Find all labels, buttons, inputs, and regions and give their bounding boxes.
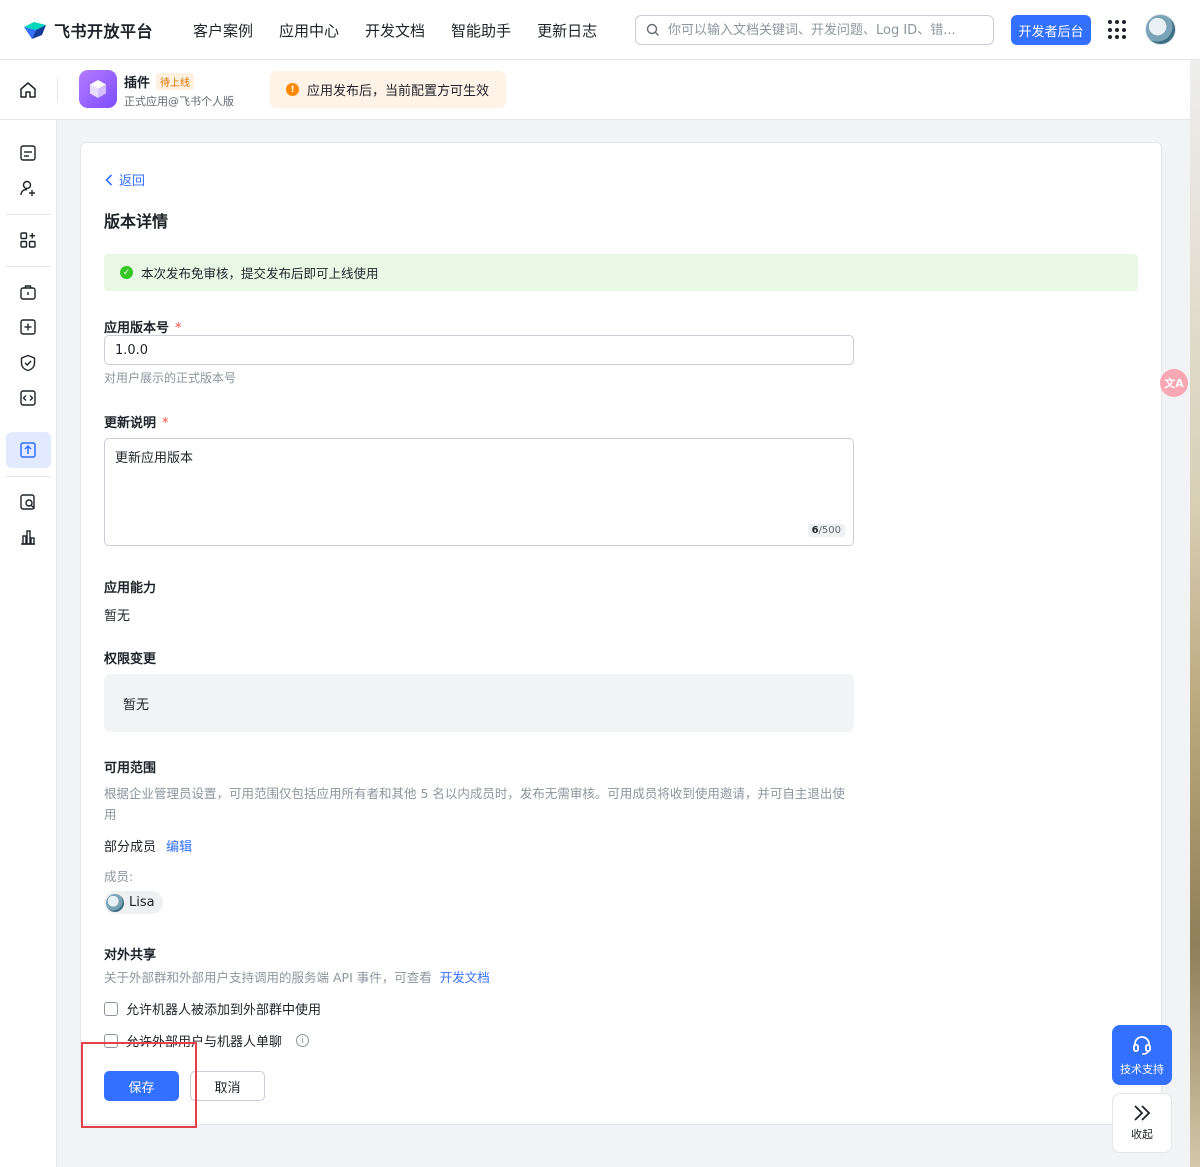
app-header: 插件 待上线 正式应用@飞书个人版 xyxy=(0,60,1200,120)
capability-label: 应用能力 xyxy=(104,581,157,596)
publish-notice: ! 应用发布后，当前配置方可生效 xyxy=(270,71,506,108)
collapse-label: 收起 xyxy=(1131,1128,1153,1141)
publish-version-icon[interactable] xyxy=(18,440,38,460)
code-icon[interactable] xyxy=(18,388,38,408)
version-input[interactable]: 1.0.0 xyxy=(104,335,854,365)
app-features-icon[interactable] xyxy=(18,230,38,250)
changelog-text: 更新应用版本 xyxy=(115,451,194,466)
headset-icon xyxy=(1133,1035,1151,1055)
sharing-description: 关于外部群和外部用户支持调用的服务端 API 事件，可查看 开发文档 xyxy=(104,970,490,985)
info-icon[interactable]: i xyxy=(296,1034,310,1047)
nav-changelog[interactable]: 更新日志 xyxy=(537,20,597,41)
app-cube-icon xyxy=(79,70,117,108)
allow-external-group-label: 允许机器人被添加到外部群中使用 xyxy=(126,1003,322,1018)
member-chip[interactable]: Lisa xyxy=(104,891,163,914)
background-window-edge xyxy=(1190,60,1200,1167)
top-navigation: 飞书开放平台 客户案例 应用中心 开发文档 智能助手 更新日志 开发者后台 xyxy=(0,0,1200,60)
sidebar-divider xyxy=(6,266,51,267)
tech-support-button[interactable]: 技术支持 xyxy=(1112,1025,1172,1085)
log-search-icon[interactable] xyxy=(18,492,38,512)
member-name: Lisa xyxy=(129,895,155,910)
success-text: 本次发布免审核，提交发布后即可上线使用 xyxy=(141,266,379,281)
app-name: 插件 xyxy=(124,76,151,91)
page-title: 版本详情 xyxy=(104,212,169,231)
main-nav: 客户案例 应用中心 开发文档 智能助手 更新日志 xyxy=(193,20,597,41)
changelog-label: 更新说明 * xyxy=(104,416,169,431)
back-link[interactable]: 返回 xyxy=(105,170,145,189)
analytics-icon[interactable] xyxy=(18,527,38,547)
chevron-left-icon xyxy=(105,173,113,186)
notice-text: 应用发布后，当前配置方可生效 xyxy=(307,84,490,99)
sidebar-divider xyxy=(6,214,51,215)
scope-partial: 部分成员 编辑 xyxy=(104,840,193,855)
dev-docs-link[interactable]: 开发文档 xyxy=(440,970,490,985)
add-box-icon[interactable] xyxy=(18,317,38,337)
support-label: 技术支持 xyxy=(1120,1062,1164,1076)
brand-logo[interactable]: 飞书开放平台 xyxy=(22,18,153,42)
user-avatar[interactable] xyxy=(1145,14,1176,45)
nav-ai-assistant[interactable]: 智能助手 xyxy=(451,20,511,41)
app-subtitle: 正式应用@飞书个人版 xyxy=(124,95,234,108)
allow-external-group-checkbox[interactable] xyxy=(104,1001,118,1016)
brand-name: 飞书开放平台 xyxy=(54,22,154,41)
back-label: 返回 xyxy=(119,174,146,189)
double-chevron-right-icon xyxy=(1134,1105,1151,1121)
nav-customer-cases[interactable]: 客户案例 xyxy=(193,20,253,41)
home-icon[interactable] xyxy=(18,80,38,100)
capability-value: 暂无 xyxy=(104,609,131,624)
highlight-box xyxy=(81,1042,197,1128)
members-label: 成员: xyxy=(104,869,134,884)
cancel-button[interactable]: 取消 xyxy=(190,1071,265,1101)
version-hint: 对用户展示的正式版本号 xyxy=(104,371,237,385)
apps-grid-icon[interactable] xyxy=(1108,20,1128,40)
scope-description: 根据企业管理员设置，可用范围仅包括应用所有者和其他 5 名以内成员时，发布无需审… xyxy=(104,786,845,822)
add-member-icon[interactable] xyxy=(18,178,38,198)
avatar xyxy=(106,893,124,912)
search-input[interactable] xyxy=(668,22,968,38)
shield-icon[interactable] xyxy=(18,353,38,373)
translate-icon[interactable]: 文A xyxy=(1160,369,1188,397)
allow-external-group-row[interactable]: 允许机器人被添加到外部群中使用 xyxy=(104,999,321,1018)
char-counter: 6/500 xyxy=(807,524,845,537)
permission-label: 权限变更 xyxy=(104,652,157,667)
status-badge: 待上线 xyxy=(156,73,195,90)
nav-app-center[interactable]: 应用中心 xyxy=(279,20,339,41)
developer-console-button[interactable]: 开发者后台 xyxy=(1011,15,1091,45)
search-box[interactable] xyxy=(635,15,994,45)
left-sidebar xyxy=(0,120,57,1167)
permission-box: 暂无 xyxy=(104,674,854,732)
check-circle-icon: ✓ xyxy=(120,266,133,279)
sidebar-divider xyxy=(6,476,51,477)
app-title: 插件 待上线 xyxy=(124,72,195,91)
nav-dev-docs[interactable]: 开发文档 xyxy=(365,20,425,41)
scope-label: 可用范围 xyxy=(104,761,157,776)
success-banner: ✓ 本次发布免审核，提交发布后即可上线使用 xyxy=(104,254,1138,291)
feishu-logo-icon xyxy=(24,22,46,39)
warning-icon: ! xyxy=(286,83,299,96)
collapse-button[interactable]: 收起 xyxy=(1112,1093,1172,1153)
sharing-label: 对外共享 xyxy=(104,948,157,963)
version-label: 应用版本号 * xyxy=(104,321,182,336)
search-icon xyxy=(646,23,659,36)
basic-info-icon[interactable] xyxy=(18,143,38,163)
briefcase-icon[interactable] xyxy=(18,282,38,302)
divider xyxy=(57,78,58,102)
changelog-textarea[interactable]: 更新应用版本 6/500 xyxy=(104,438,854,546)
edit-scope-link[interactable]: 编辑 xyxy=(166,840,192,855)
permission-value: 暂无 xyxy=(123,697,150,713)
